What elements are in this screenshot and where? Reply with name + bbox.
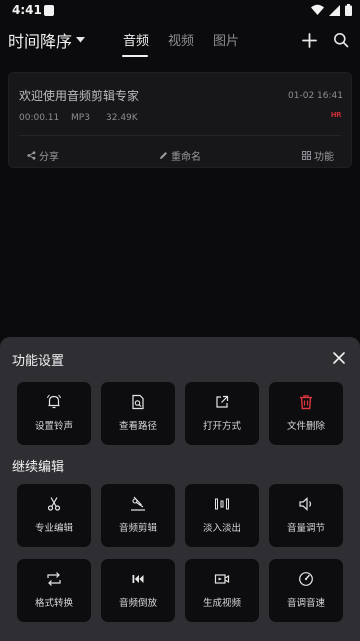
file-duration: 00:00.11 — [19, 113, 60, 123]
function-button[interactable]: 功能 — [302, 148, 334, 163]
active-tab-indicator — [122, 55, 148, 57]
grid-icon — [302, 151, 311, 160]
share-label: 分享 — [39, 152, 59, 163]
tab-image[interactable]: 图片 — [213, 30, 239, 49]
external-link-icon — [213, 393, 231, 411]
search-icon — [334, 33, 349, 48]
open-with-label: 打开方式 — [202, 421, 241, 432]
wifi-icon — [311, 4, 324, 15]
add-button[interactable] — [297, 28, 321, 52]
battery-icon — [345, 4, 352, 16]
rename-button[interactable]: 重命名 — [159, 148, 201, 163]
system-icons — [311, 3, 352, 17]
pitch-speed-button[interactable]: 音调音速 — [269, 559, 343, 622]
generate-video-button[interactable]: 生成视频 — [185, 559, 259, 622]
open-with-button[interactable]: 打开方式 — [185, 382, 259, 445]
view-path-label: 查看路径 — [118, 421, 157, 432]
top-bar: 时间降序 音频 视频 图片 — [0, 22, 360, 58]
volume-adjust-button[interactable]: 音量调节 — [269, 484, 343, 547]
pro-edit-button[interactable]: 专业编辑 — [17, 484, 91, 547]
caret-down-icon — [76, 37, 86, 43]
audio-reverse-label: 音频倒放 — [118, 598, 157, 609]
close-button[interactable] — [330, 349, 348, 367]
convert-icon — [45, 570, 63, 588]
function-settings-sheet: 功能设置 设置铃声 查看路径 打开方式 文件删除 继续编辑 专业编辑 音频剪辑 … — [0, 337, 360, 641]
continue-edit-title: 继续编辑 — [12, 460, 65, 475]
function-label: 功能 — [314, 152, 334, 163]
close-icon — [333, 352, 345, 364]
card-divider — [19, 135, 341, 136]
set-ringtone-button[interactable]: 设置铃声 — [17, 382, 91, 445]
fade-label: 淡入淡出 — [202, 523, 241, 534]
view-path-button[interactable]: 查看路径 — [101, 382, 175, 445]
generate-video-label: 生成视频 — [202, 598, 241, 609]
sort-label: 时间降序 — [8, 32, 73, 51]
file-size: 32.49K — [106, 113, 138, 123]
sort-dropdown[interactable]: 时间降序 — [8, 28, 86, 52]
speed-icon — [297, 570, 315, 588]
audio-cut-button[interactable]: 音频剪辑 — [101, 484, 175, 547]
pro-edit-label: 专业编辑 — [34, 523, 73, 534]
format-convert-button[interactable]: 格式转换 — [17, 559, 91, 622]
volume-adjust-label: 音量调节 — [286, 523, 325, 534]
hr-badge: HR — [330, 111, 342, 119]
bell-icon — [45, 393, 63, 411]
rename-label: 重命名 — [171, 152, 201, 163]
file-search-icon — [129, 393, 147, 411]
pitch-speed-label: 音调音速 — [286, 598, 325, 609]
scissors-icon — [45, 495, 63, 513]
format-convert-label: 格式转换 — [34, 598, 73, 609]
notification-icon — [44, 5, 54, 16]
status-bar: 4:41 — [0, 0, 360, 22]
audio-cut-label: 音频剪辑 — [118, 523, 157, 534]
trash-icon — [297, 393, 315, 411]
audio-file-card[interactable]: 欢迎使用音频剪辑专家 01-02 16:41 00:00.11 MP3 32.4… — [8, 72, 352, 168]
rewind-icon — [129, 570, 147, 588]
share-icon — [27, 151, 36, 160]
video-icon — [213, 570, 231, 588]
fade-button[interactable]: 淡入淡出 — [185, 484, 259, 547]
signal-icon — [329, 4, 340, 16]
delete-file-label: 文件删除 — [286, 421, 325, 432]
tab-video[interactable]: 视频 — [168, 30, 194, 49]
file-name: 欢迎使用音频剪辑专家 — [19, 89, 140, 103]
share-button[interactable]: 分享 — [27, 148, 59, 163]
set-ringtone-label: 设置铃声 — [34, 421, 73, 432]
volume-icon — [297, 495, 315, 513]
pencil-icon — [160, 152, 167, 159]
audio-reverse-button[interactable]: 音频倒放 — [101, 559, 175, 622]
search-button[interactable] — [329, 28, 353, 52]
plus-icon — [301, 32, 317, 48]
tab-audio[interactable]: 音频 — [123, 30, 149, 49]
file-date: 01-02 16:41 — [288, 91, 343, 101]
audio-cut-icon — [129, 495, 147, 513]
sheet-title: 功能设置 — [12, 354, 65, 369]
fade-bars-icon — [213, 495, 231, 513]
screen: 4:41 时间降序 音频 视频 图片 欢迎使用音频剪辑专家 01-02 16:4… — [0, 0, 360, 641]
status-time: 4:41 — [12, 3, 42, 17]
delete-file-button[interactable]: 文件删除 — [269, 382, 343, 445]
file-format: MP3 — [71, 113, 90, 123]
